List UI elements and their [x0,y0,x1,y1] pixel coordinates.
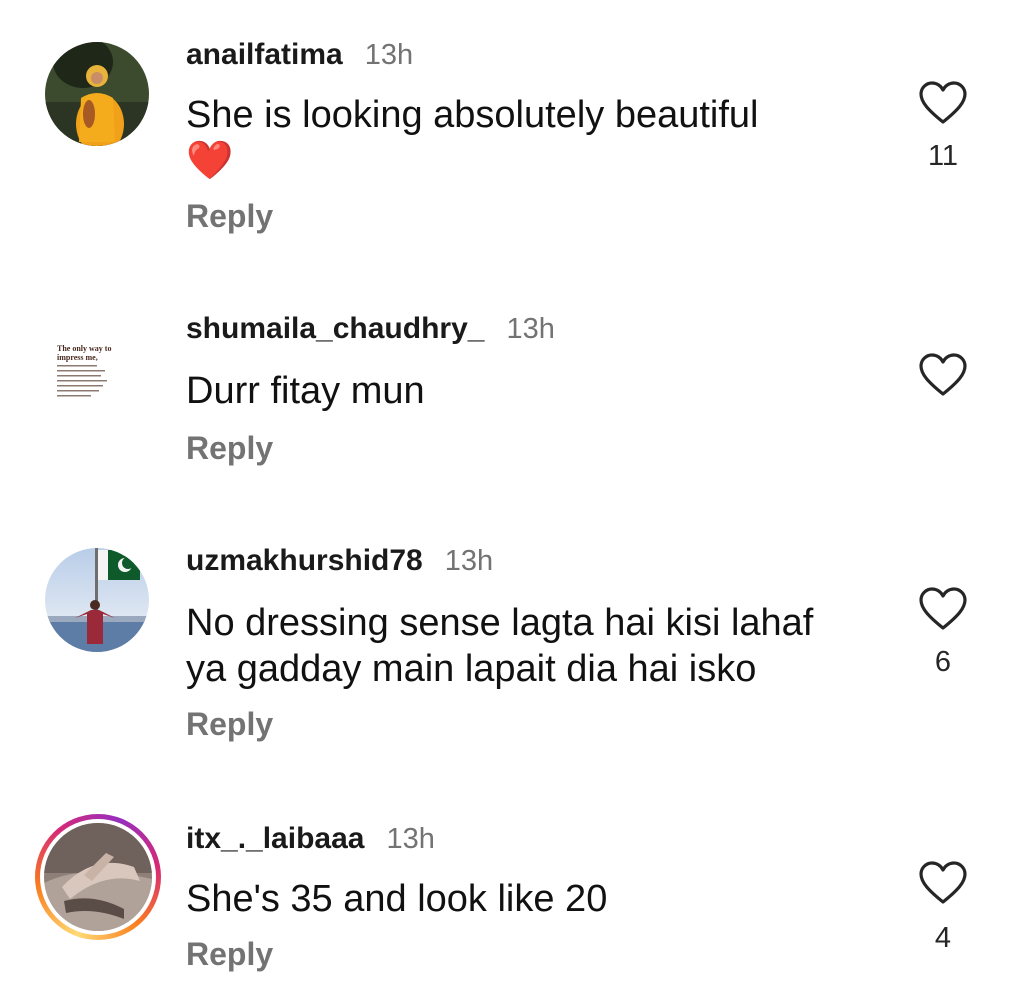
comment-text-line: ya gadday main lapait dia hai isko [186,648,757,690]
comment-text: Durr fitay mun [186,368,425,414]
reply-button[interactable]: Reply [186,430,273,467]
username[interactable]: itx_._laibaaa [186,822,364,856]
like-button[interactable] [918,860,968,906]
comment-text-line: No dressing sense lagta hai kisi lahaf [186,602,814,644]
red-heart-emoji: ❤️ [186,140,234,182]
avatar-story-ring[interactable] [35,814,161,940]
comment-text: No dressing sense lagta hai kisi lahaf y… [186,600,813,692]
profile-photo-icon [45,42,149,146]
avatar[interactable] [45,548,149,652]
comment-text-line: She's 35 and look like 20 [186,878,608,920]
like-button[interactable] [918,352,968,398]
heart-outline-icon [919,861,967,904]
username[interactable]: uzmakhurshid78 [186,544,423,578]
comment-header: shumaila_chaudhry_ 13h [186,312,555,346]
comment-header: anailfatima 13h [186,38,413,72]
comment-text-line: Durr fitay mun [186,370,425,412]
avatar[interactable]: The only way to impress me, [45,320,149,424]
quote-card-icon [57,365,107,397]
like-count: 11 [927,140,959,172]
comment-header: itx_._laibaaa 13h [186,822,435,856]
timestamp: 13h [506,313,555,345]
profile-photo-icon [44,823,152,931]
reply-button[interactable]: Reply [186,936,273,973]
like-count: 6 [934,646,952,678]
avatar[interactable] [45,42,149,146]
like-button[interactable] [918,586,968,632]
timestamp: 13h [386,823,435,855]
profile-photo-icon [45,548,149,652]
reply-button[interactable]: Reply [186,706,273,743]
like-count: 4 [934,922,952,954]
comment-text: She is looking absolutely beautiful ❤️ [186,92,759,184]
username[interactable]: anailfatima [186,38,343,72]
comment-text-line: She is looking absolutely beautiful [186,94,759,136]
story-ring-gap [40,819,156,935]
timestamp: 13h [444,545,494,577]
heart-outline-icon [919,587,967,630]
heart-outline-icon [919,81,967,124]
username[interactable]: shumaila_chaudhry_ [186,312,484,346]
timestamp: 13h [364,39,414,71]
like-button[interactable] [918,80,968,126]
heart-outline-icon [919,353,967,396]
comment-text: She's 35 and look like 20 [186,876,607,922]
reply-button[interactable]: Reply [186,198,273,235]
comment-header: uzmakhurshid78 13h [186,544,493,578]
avatar [44,823,152,931]
